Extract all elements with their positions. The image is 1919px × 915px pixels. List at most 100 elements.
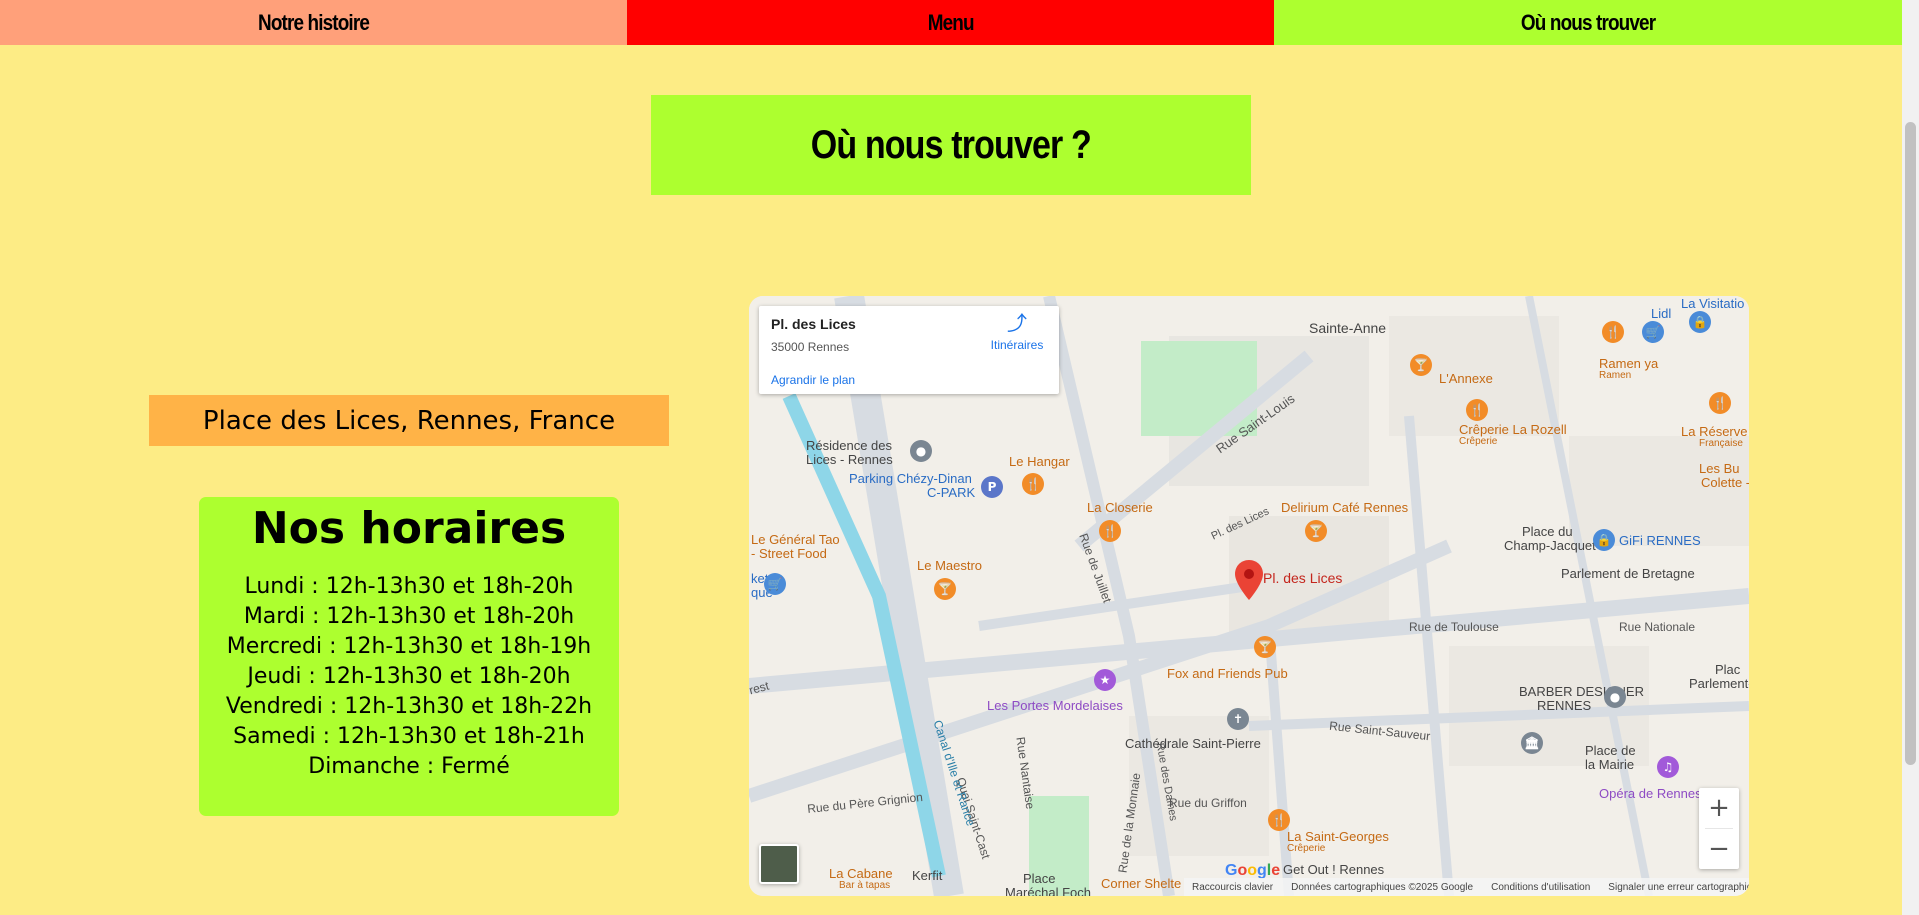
zoom-out-button[interactable]: −: [1699, 829, 1739, 869]
map-label-parlement: Parlement de Bretagne: [1561, 566, 1695, 581]
map-label-creperie-sub: Crêperie: [1459, 436, 1498, 447]
scrollbar-thumb[interactable]: [1905, 122, 1916, 765]
page-title-box: Où nous trouver ?: [651, 95, 1251, 195]
map-label-ramen: Ramen ya: [1599, 356, 1659, 371]
marker-label-place-des-lices: Pl. des Lices: [1263, 570, 1343, 586]
restaurant-pin-icon[interactable]: 🍴: [1602, 321, 1624, 343]
directions-label: Itinéraires: [990, 338, 1044, 352]
nav-item-notre-histoire[interactable]: Notre histoire: [0, 0, 627, 45]
hours-heading: Nos horaires: [251, 503, 567, 554]
map-label-place-champ-2: Champ-Jacquet: [1504, 538, 1596, 553]
map-label-reserve: La Réserve: [1681, 424, 1748, 439]
map-label-kerfit: Kerfit: [912, 868, 943, 883]
map-label-delirium: Delirium Café Rennes: [1281, 500, 1409, 515]
map-label-cathedrale: Cathédrale Saint-Pierre: [1125, 736, 1261, 751]
restaurant-pin-icon[interactable]: 🍴: [1268, 809, 1290, 831]
street-label-toulouse: Rue de Toulouse: [1409, 620, 1499, 634]
map-label-gifi: GiFi RENNES: [1619, 533, 1701, 548]
hours-line: Vendredi : 12h-13h30 et 18h-22h: [225, 694, 593, 719]
nav-label: Notre histoire: [258, 9, 370, 35]
map-label-corner: Corner Shelte: [1101, 876, 1182, 891]
page-title: Où nous trouver ?: [810, 122, 1092, 167]
map-label-maestro: Le Maestro: [917, 558, 983, 573]
map-label-mairie-2: la Mairie: [1585, 757, 1635, 772]
map-label-tao: Le Général Tao: [751, 532, 840, 547]
nav-label: Menu: [927, 9, 975, 35]
google-map-embed[interactable]: Sainte-Anne La Visitatio Lidl Ramen ya R…: [749, 296, 1749, 896]
building-pin-icon[interactable]: ●: [910, 440, 932, 462]
hours-line: Mardi : 12h-13h30 et 18h-20h: [243, 604, 575, 629]
zoom-controls: + −: [1699, 788, 1739, 869]
hours-line: Jeudi : 12h-13h30 et 18h-20h: [247, 664, 571, 689]
map-label-portes: Les Portes Mordelaises: [987, 698, 1123, 713]
map-label-ramen-sub: Ramen: [1599, 370, 1632, 381]
map-label-sainte-anne: Sainte-Anne: [1309, 320, 1387, 336]
keyboard-shortcuts-link[interactable]: Raccourcis clavier: [1192, 882, 1273, 893]
map-label-plac: Plac: [1715, 662, 1741, 677]
map-label-place-champ: Place du: [1522, 524, 1573, 539]
report-error-link[interactable]: Signaler une erreur cartographique: [1608, 882, 1749, 893]
map-label-cabane-sub: Bar à tapas: [839, 880, 891, 891]
street-label-griffon: Rue du Griffon: [1169, 796, 1247, 810]
map-label-parking-2: C-PARK: [927, 485, 976, 500]
shop-pin-icon[interactable]: 🛒: [1642, 321, 1664, 343]
nav-item-ou-nous-trouver[interactable]: Où nous trouver: [1274, 0, 1902, 45]
map-label-reserve-sub: Française: [1699, 438, 1743, 449]
bar-pin-icon[interactable]: 🍸: [934, 578, 956, 600]
map-label-fox: Fox and Friends Pub: [1167, 666, 1288, 681]
map-label-marechal: Place: [1023, 871, 1056, 886]
place-info-card: Pl. des Lices 35000 Rennes Agrandir le p…: [759, 306, 1059, 394]
map-label-bu: Les Bu: [1699, 461, 1740, 476]
music-pin-icon[interactable]: ♫: [1657, 756, 1679, 778]
directions-icon: ⤴: [1007, 313, 1027, 335]
location-marker-icon[interactable]: [1235, 560, 1263, 600]
top-navigation: Notre histoire Menu Où nous trouver: [0, 0, 1902, 45]
map-label-residence: Résidence des: [806, 438, 892, 453]
building-pin-icon[interactable]: 🏛: [1521, 732, 1543, 754]
satellite-layer-button[interactable]: [759, 844, 799, 884]
building-pin-icon[interactable]: ●: [1604, 686, 1626, 708]
bar-pin-icon[interactable]: 🍸: [1254, 636, 1276, 658]
map-label-parking: Parking Chézy-Dinan: [849, 471, 972, 486]
restaurant-pin-icon[interactable]: 🍴: [1022, 473, 1044, 495]
restaurant-pin-icon[interactable]: 🍴: [1709, 392, 1731, 414]
shop-pin-icon[interactable]: 🔒: [1689, 311, 1711, 333]
map-label-marechal-2: Maréchal Foch: [1005, 885, 1091, 896]
place-address: 35000 Rennes: [771, 340, 850, 354]
map-label-visitation: La Visitatio: [1681, 296, 1745, 311]
attraction-pin-icon[interactable]: ★: [1094, 669, 1116, 691]
map-label-colette: Colette -: [1701, 475, 1749, 490]
zoom-in-button[interactable]: +: [1699, 788, 1739, 828]
map-label-opera: Opéra de Rennes: [1599, 786, 1702, 801]
map-label-saint-georges: La Saint-Georges: [1287, 829, 1389, 844]
enlarge-map-link[interactable]: Agrandir le plan: [771, 373, 855, 387]
page-scrollbar[interactable]: [1902, 0, 1919, 915]
hours-line: Samedi : 12h-13h30 et 18h-21h: [233, 724, 585, 749]
map-label-getout: Get Out ! Rennes: [1283, 862, 1385, 877]
bar-pin-icon[interactable]: 🍸: [1305, 520, 1327, 542]
place-name: Pl. des Lices: [771, 316, 856, 332]
map-label-residence-2: Lices - Rennes: [806, 452, 893, 467]
nav-item-menu[interactable]: Menu: [627, 0, 1274, 45]
church-pin-icon[interactable]: ✝: [1227, 708, 1249, 730]
bar-pin-icon[interactable]: 🍸: [1410, 354, 1432, 376]
restaurant-pin-icon[interactable]: 🍴: [1466, 399, 1488, 421]
restaurant-pin-icon[interactable]: 🍴: [1099, 520, 1121, 542]
directions-button[interactable]: ⤴ Itinéraires: [987, 314, 1047, 352]
shop-pin-icon[interactable]: 🛒: [764, 573, 786, 595]
nav-label: Où nous trouver: [1520, 9, 1656, 35]
map-label-annexe: L'Annexe: [1439, 371, 1493, 386]
map-label-cabane: La Cabane: [829, 866, 893, 881]
terms-link[interactable]: Conditions d'utilisation: [1491, 882, 1590, 893]
map-label-saint-georges-sub: Crêperie: [1287, 843, 1326, 854]
map-label-creperie: Crêperie La Rozell: [1459, 422, 1567, 437]
hours-line: Dimanche : Fermé: [308, 754, 510, 779]
map-label-closerie: La Closerie: [1087, 500, 1153, 515]
hours-line: Mercredi : 12h-13h30 et 18h-19h: [226, 634, 592, 659]
map-label-hangar: Le Hangar: [1009, 454, 1070, 469]
map-label-barber-2: RENNES: [1537, 698, 1592, 713]
shop-pin-icon[interactable]: 🔒: [1593, 529, 1615, 551]
map-label-lidl: Lidl: [1651, 306, 1672, 321]
map-label-mairie: Place de: [1585, 743, 1636, 758]
parking-pin-icon[interactable]: P: [981, 476, 1003, 498]
